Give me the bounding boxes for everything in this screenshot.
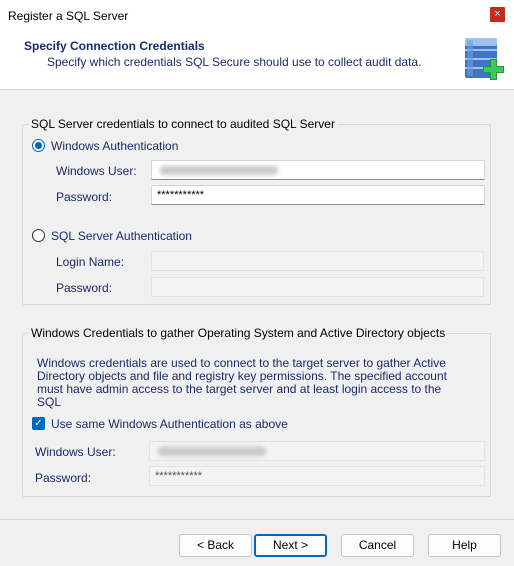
windows-user-input[interactable] — [151, 160, 485, 180]
use-same-auth-label[interactable]: Use same Windows Authentication as above — [51, 417, 288, 431]
windows-credentials-legend: Windows Credentials to gather Operating … — [29, 326, 448, 340]
windows-auth-radio[interactable] — [32, 139, 45, 152]
windows-auth-label[interactable]: Windows Authentication — [51, 139, 178, 153]
page-title: Specify Connection Credentials — [24, 39, 205, 53]
password-input[interactable]: *********** — [151, 185, 485, 205]
login-name-label: Login Name: — [56, 255, 125, 269]
win-password-label: Password: — [35, 471, 92, 485]
win-windows-user-input[interactable] — [149, 441, 485, 461]
redacted-username — [158, 447, 266, 456]
win-password-input[interactable]: *********** — [149, 466, 485, 486]
cancel-button[interactable]: Cancel — [341, 534, 414, 557]
help-button[interactable]: Help — [428, 534, 501, 557]
page-subtitle: Specify which credentials SQL Secure sho… — [47, 55, 422, 69]
back-button[interactable]: < Back — [179, 534, 252, 557]
windows-credentials-info: Windows credentials are used to connect … — [37, 356, 447, 409]
sql-auth-label[interactable]: SQL Server Authentication — [51, 229, 192, 243]
window-title: Register a SQL Server — [8, 9, 129, 23]
redacted-username — [160, 166, 278, 175]
close-button[interactable]: × — [490, 7, 505, 22]
sql-password-input[interactable] — [151, 277, 484, 297]
win-windows-user-label: Windows User: — [35, 445, 116, 459]
footer-divider — [0, 519, 514, 520]
use-same-auth-checkbox[interactable]: ✓ — [32, 417, 45, 430]
sql-auth-radio[interactable] — [32, 229, 45, 242]
title-bar: Register a SQL Server × — [0, 0, 514, 30]
login-name-input[interactable] — [151, 251, 484, 271]
next-button[interactable]: Next > — [254, 534, 327, 557]
database-add-icon — [465, 38, 504, 80]
wizard-header: Specify Connection Credentials Specify w… — [0, 30, 514, 90]
password-label: Password: — [56, 190, 113, 204]
sql-credentials-legend: SQL Server credentials to connect to aud… — [29, 117, 337, 131]
sql-password-label: Password: — [56, 281, 113, 295]
windows-user-label: Windows User: — [56, 164, 137, 178]
